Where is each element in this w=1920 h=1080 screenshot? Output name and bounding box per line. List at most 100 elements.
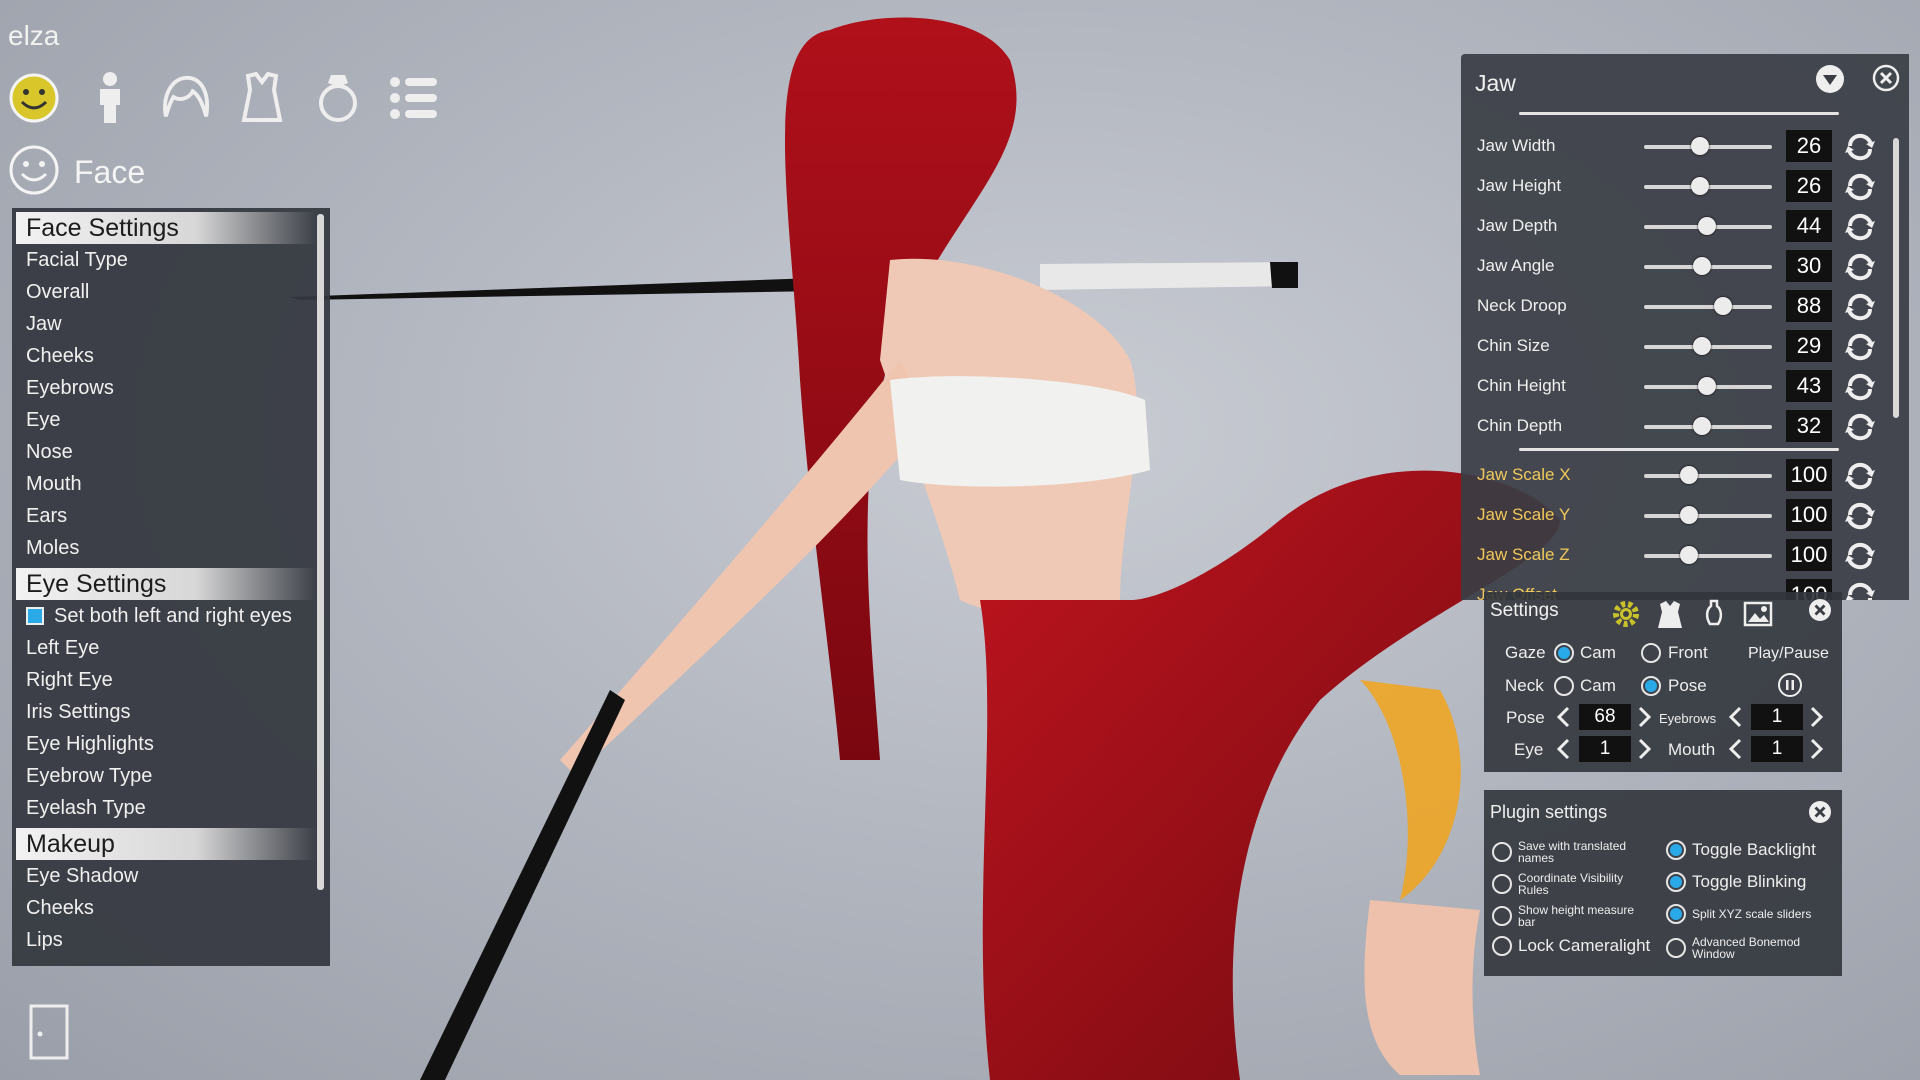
plugin-option-toggle-blinking[interactable]: Toggle Blinking [1666, 872, 1806, 892]
pose-prev-icon[interactable] [1554, 704, 1572, 730]
neck-pose-radio[interactable] [1641, 676, 1661, 696]
outfit-icon[interactable] [1654, 598, 1686, 630]
slider-track[interactable] [1644, 417, 1772, 435]
option-radio[interactable] [1492, 936, 1512, 956]
gear-icon[interactable] [1610, 598, 1642, 630]
menu-item-left-eye[interactable]: Left Eye [12, 632, 330, 664]
menu-item-eyelash-type[interactable]: Eyelash Type [12, 792, 330, 824]
eye-next-icon[interactable] [1636, 736, 1654, 762]
gaze-cam-radio[interactable] [1554, 643, 1574, 663]
pose-next-icon[interactable] [1636, 704, 1654, 730]
reset-icon[interactable] [1844, 132, 1876, 162]
menu-item-cheeks[interactable]: Cheeks [12, 340, 330, 372]
mouth-value[interactable]: 1 [1751, 736, 1803, 762]
menu-item-overall[interactable]: Overall [12, 276, 330, 308]
menu-item-lips[interactable]: Lips [12, 924, 330, 956]
reset-icon[interactable] [1844, 172, 1876, 202]
mouth-next-icon[interactable] [1808, 736, 1826, 762]
collapse-icon[interactable] [1815, 64, 1845, 94]
slider-value-input[interactable]: 26 [1786, 130, 1832, 162]
slider-track[interactable] [1644, 546, 1772, 564]
option-radio[interactable] [1666, 904, 1686, 924]
accessory-icon[interactable] [312, 70, 364, 126]
body-icon[interactable] [84, 70, 136, 126]
slider-value-input[interactable]: 100 [1786, 459, 1832, 491]
menu-item-jaw[interactable]: Jaw [12, 308, 330, 340]
gaze-front-radio[interactable] [1641, 643, 1661, 663]
list-icon[interactable] [388, 70, 440, 126]
plugin-option-toggle-backlight[interactable]: Toggle Backlight [1666, 840, 1816, 860]
slider-track[interactable] [1644, 377, 1772, 395]
plugin-option-save-with-translated-names[interactable]: Save with translated names [1492, 840, 1638, 864]
slider-knob[interactable] [1679, 466, 1698, 484]
both-eyes-checkbox-row[interactable]: Set both left and right eyes [12, 600, 330, 632]
reset-icon[interactable] [1844, 252, 1876, 282]
slider-value-input[interactable]: 44 [1786, 210, 1832, 242]
exit-door-icon[interactable] [29, 1002, 69, 1062]
slider-track[interactable] [1644, 466, 1772, 484]
slider-track[interactable] [1644, 297, 1772, 315]
reset-icon[interactable] [1844, 212, 1876, 242]
close-icon[interactable] [1872, 64, 1900, 92]
option-radio[interactable] [1666, 938, 1686, 958]
menu-item-makeup-cheeks[interactable]: Cheeks [12, 892, 330, 924]
slider-knob[interactable] [1679, 546, 1698, 564]
reset-icon[interactable] [1844, 501, 1876, 531]
option-radio[interactable] [1666, 840, 1686, 860]
menu-item-eyebrows[interactable]: Eyebrows [12, 372, 330, 404]
option-radio[interactable] [1666, 872, 1686, 892]
slider-knob[interactable] [1692, 417, 1711, 435]
image-icon[interactable] [1742, 598, 1774, 630]
slider-knob[interactable] [1691, 177, 1710, 195]
hair-icon[interactable] [160, 70, 212, 126]
reset-icon[interactable] [1844, 412, 1876, 442]
slider-track[interactable] [1644, 137, 1772, 155]
slider-value-input[interactable]: 30 [1786, 250, 1832, 282]
eyebrows-prev-icon[interactable] [1726, 704, 1744, 730]
menu-item-eye-highlights[interactable]: Eye Highlights [12, 728, 330, 760]
menu-item-mouth[interactable]: Mouth [12, 468, 330, 500]
menu-item-eye[interactable]: Eye [12, 404, 330, 436]
slider-track[interactable] [1644, 177, 1772, 195]
slider-knob[interactable] [1679, 506, 1698, 524]
menu-item-ears[interactable]: Ears [12, 500, 330, 532]
pose-value[interactable]: 68 [1579, 704, 1631, 730]
reset-icon[interactable] [1844, 541, 1876, 571]
slider-knob[interactable] [1697, 217, 1716, 235]
menu-item-iris-settings[interactable]: Iris Settings [12, 696, 330, 728]
close-icon[interactable] [1808, 800, 1832, 824]
slider-track[interactable] [1644, 217, 1772, 235]
both-eyes-checkbox[interactable] [26, 607, 44, 625]
plugin-option-lock-cameralight[interactable]: Lock Cameralight [1492, 936, 1650, 956]
reset-icon[interactable] [1844, 292, 1876, 322]
plugin-option-split-xyz-scale-sliders[interactable]: Split XYZ scale sliders [1666, 904, 1812, 924]
menu-item-eye-shadow[interactable]: Eye Shadow [12, 860, 330, 892]
menu-item-right-eye[interactable]: Right Eye [12, 664, 330, 696]
mouth-prev-icon[interactable] [1726, 736, 1744, 762]
slider-value-input[interactable]: 43 [1786, 370, 1832, 402]
neck-cam-radio[interactable] [1554, 676, 1574, 696]
slider-knob[interactable] [1697, 377, 1716, 395]
eyebrows-next-icon[interactable] [1808, 704, 1826, 730]
clothes-icon[interactable] [236, 70, 288, 126]
slider-value-input[interactable]: 32 [1786, 410, 1832, 442]
slider-knob[interactable] [1692, 337, 1711, 355]
slider-value-input[interactable]: 26 [1786, 170, 1832, 202]
plugin-option-coordinate-visibility-rules[interactable]: Coordinate Visibility Rules [1492, 872, 1638, 896]
pause-icon[interactable] [1777, 672, 1803, 698]
slider-knob[interactable] [1692, 257, 1711, 275]
slider-track[interactable] [1644, 337, 1772, 355]
eye-value[interactable]: 1 [1579, 736, 1631, 762]
left-scrollbar[interactable] [317, 214, 324, 890]
option-radio[interactable] [1492, 842, 1512, 862]
plugin-option-advanced-bonemod-window[interactable]: Advanced Bonemod Window [1666, 936, 1812, 960]
menu-item-eyebrow-type[interactable]: Eyebrow Type [12, 760, 330, 792]
slider-value-input[interactable]: 100 [1786, 539, 1832, 571]
slider-value-input[interactable]: 100 [1786, 499, 1832, 531]
plugin-option-show-height-measure-bar[interactable]: Show height measure bar [1492, 904, 1638, 928]
slider-track[interactable] [1644, 506, 1772, 524]
face-icon[interactable] [8, 70, 60, 126]
reset-icon[interactable] [1844, 581, 1876, 600]
menu-item-nose[interactable]: Nose [12, 436, 330, 468]
close-icon[interactable] [1808, 598, 1832, 622]
